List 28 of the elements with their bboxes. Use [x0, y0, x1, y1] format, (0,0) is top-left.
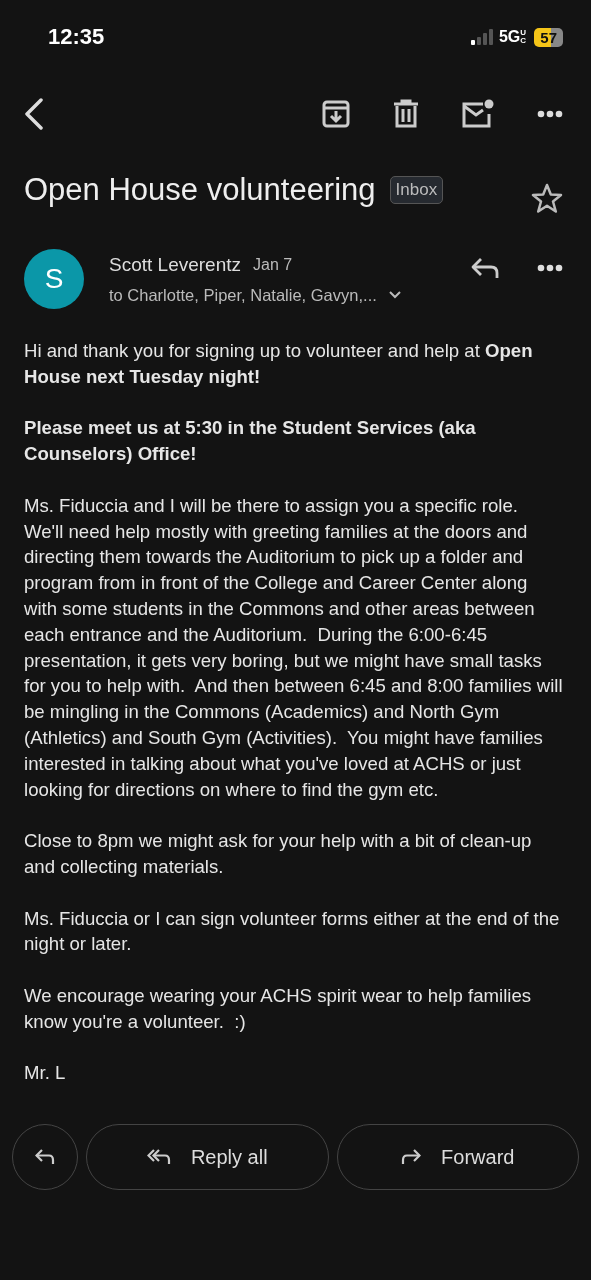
message-paragraph: Close to 8pm we might ask for your help with a bit of clean-up and collecting materials. [24, 829, 533, 879]
forward-icon [401, 1149, 422, 1165]
inbox-label: Inbox [389, 176, 444, 204]
archive-icon[interactable] [321, 99, 351, 129]
battery-indicator: 57 [534, 27, 563, 47]
reply-icon [35, 1149, 55, 1165]
sender-avatar: S [24, 249, 84, 309]
email-subject: Open House volunteering [24, 172, 376, 208]
back-icon[interactable] [24, 98, 44, 130]
chevron-down-icon[interactable] [388, 291, 401, 299]
reply-all-icon [146, 1149, 171, 1165]
recipients[interactable]: to Charlotte, Piper, Natalie, Gavyn,... [109, 285, 377, 305]
signal-icon [470, 29, 493, 45]
sender-name: Scott Leverentz [109, 253, 242, 276]
more-icon[interactable] [537, 110, 563, 118]
message-paragraph: Ms. Fiduccia or I can sign volunteer forms either at the end of the night or later. [24, 906, 561, 957]
message-paragraph: Hi and thank you for signing up to volunteer and help at Open House next Tuesday night! [24, 339, 534, 389]
message-paragraph: We encourage wearing your ACHS spirit wear to help families know you're a volunteer. :) [24, 983, 533, 1034]
more-icon[interactable] [537, 264, 563, 272]
reply-icon[interactable] [471, 257, 499, 279]
star-icon[interactable] [531, 183, 563, 213]
delete-icon[interactable] [393, 99, 419, 129]
message-paragraph: Mr. L [24, 1061, 67, 1086]
message-paragraph: Ms. Fiduccia and I will be there to assign you a specific role. We'll need help mostly with greeting families at the doors and directing them towards the Auditorium to pick up a folder and program from in front of the College and Career Center along with some students in the Commons and other areas between each entrance and the Auditorium. During the 6:00-6:45 presentation, it gets very boring, but we might have small tasks for you to help with. And then between 6:45 and 8:00 families will be mingling in the Commons (Academics) and North Gym (Athletics) and South Gym (Activities). You might have families interested in talking about what you've loved at ACHS or just looking for directions on where to find the gym etc. [24, 493, 563, 802]
message-paragraph: Please meet us at 5:30 in the Student Services (aka Counselors) Office! [24, 416, 477, 467]
mark-unread-icon[interactable] [461, 99, 495, 129]
message-date: Jan 7 [253, 255, 293, 274]
status-time: 12:35 [48, 24, 105, 50]
